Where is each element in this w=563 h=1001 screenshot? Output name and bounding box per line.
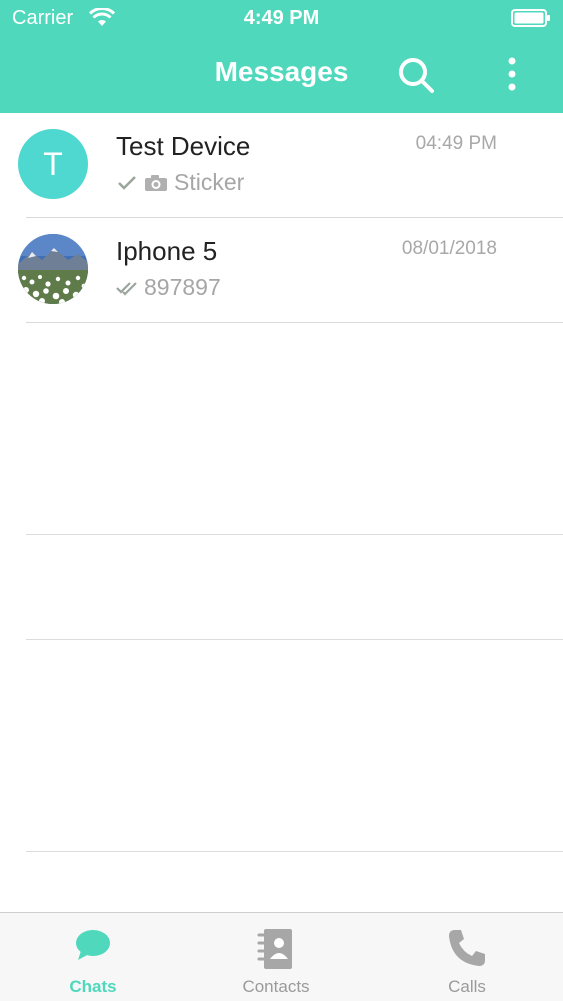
double-check-icon [116, 281, 137, 296]
single-check-icon [118, 175, 136, 190]
page-title: Messages [214, 56, 349, 87]
divider [26, 534, 563, 535]
chat-name: Test Device [116, 131, 251, 161]
avatar: T [18, 129, 88, 199]
tab-chats[interactable]: Chats [23, 913, 163, 1001]
tab-label: Contacts [242, 977, 310, 996]
chat-time: 08/01/2018 [401, 238, 497, 259]
chat-preview: 897897 [116, 274, 221, 301]
top-header: Carrier 4:49 PM Messages [0, 0, 563, 113]
chat-bubble-icon [76, 930, 110, 960]
avatar [18, 234, 88, 304]
chat-preview-text: 897897 [144, 274, 221, 300]
divider [26, 851, 563, 852]
chat-row-test-device[interactable]: T Test Device 04:49 PM Sticker [18, 113, 563, 218]
landscape-photo-image [18, 234, 88, 304]
battery-icon [511, 9, 550, 27]
phone-icon [449, 930, 485, 966]
contacts-book-icon [257, 929, 292, 969]
chat-row-iphone-5[interactable]: Iphone 5 08/01/2018 897897 [18, 218, 563, 323]
chat-list: T Test Device 04:49 PM Sticker Iphone 5 … [0, 113, 563, 323]
chat-preview-text: Sticker [174, 169, 245, 195]
tab-label: Calls [448, 977, 486, 996]
chat-preview: Sticker [116, 169, 244, 196]
tab-contacts[interactable]: Contacts [206, 913, 346, 1001]
status-bar: Carrier 4:49 PM [0, 0, 563, 38]
tab-bar: Chats Contacts Calls [0, 912, 563, 1001]
tab-label: Chats [69, 977, 117, 996]
more-options-icon[interactable] [496, 55, 528, 95]
tab-calls[interactable]: Calls [397, 913, 537, 1001]
chat-time: 04:49 PM [415, 133, 497, 154]
divider [26, 639, 563, 640]
clock: 4:49 PM [243, 7, 320, 29]
camera-icon [145, 174, 167, 191]
search-icon[interactable] [396, 55, 436, 95]
chat-name: Iphone 5 [116, 236, 218, 266]
